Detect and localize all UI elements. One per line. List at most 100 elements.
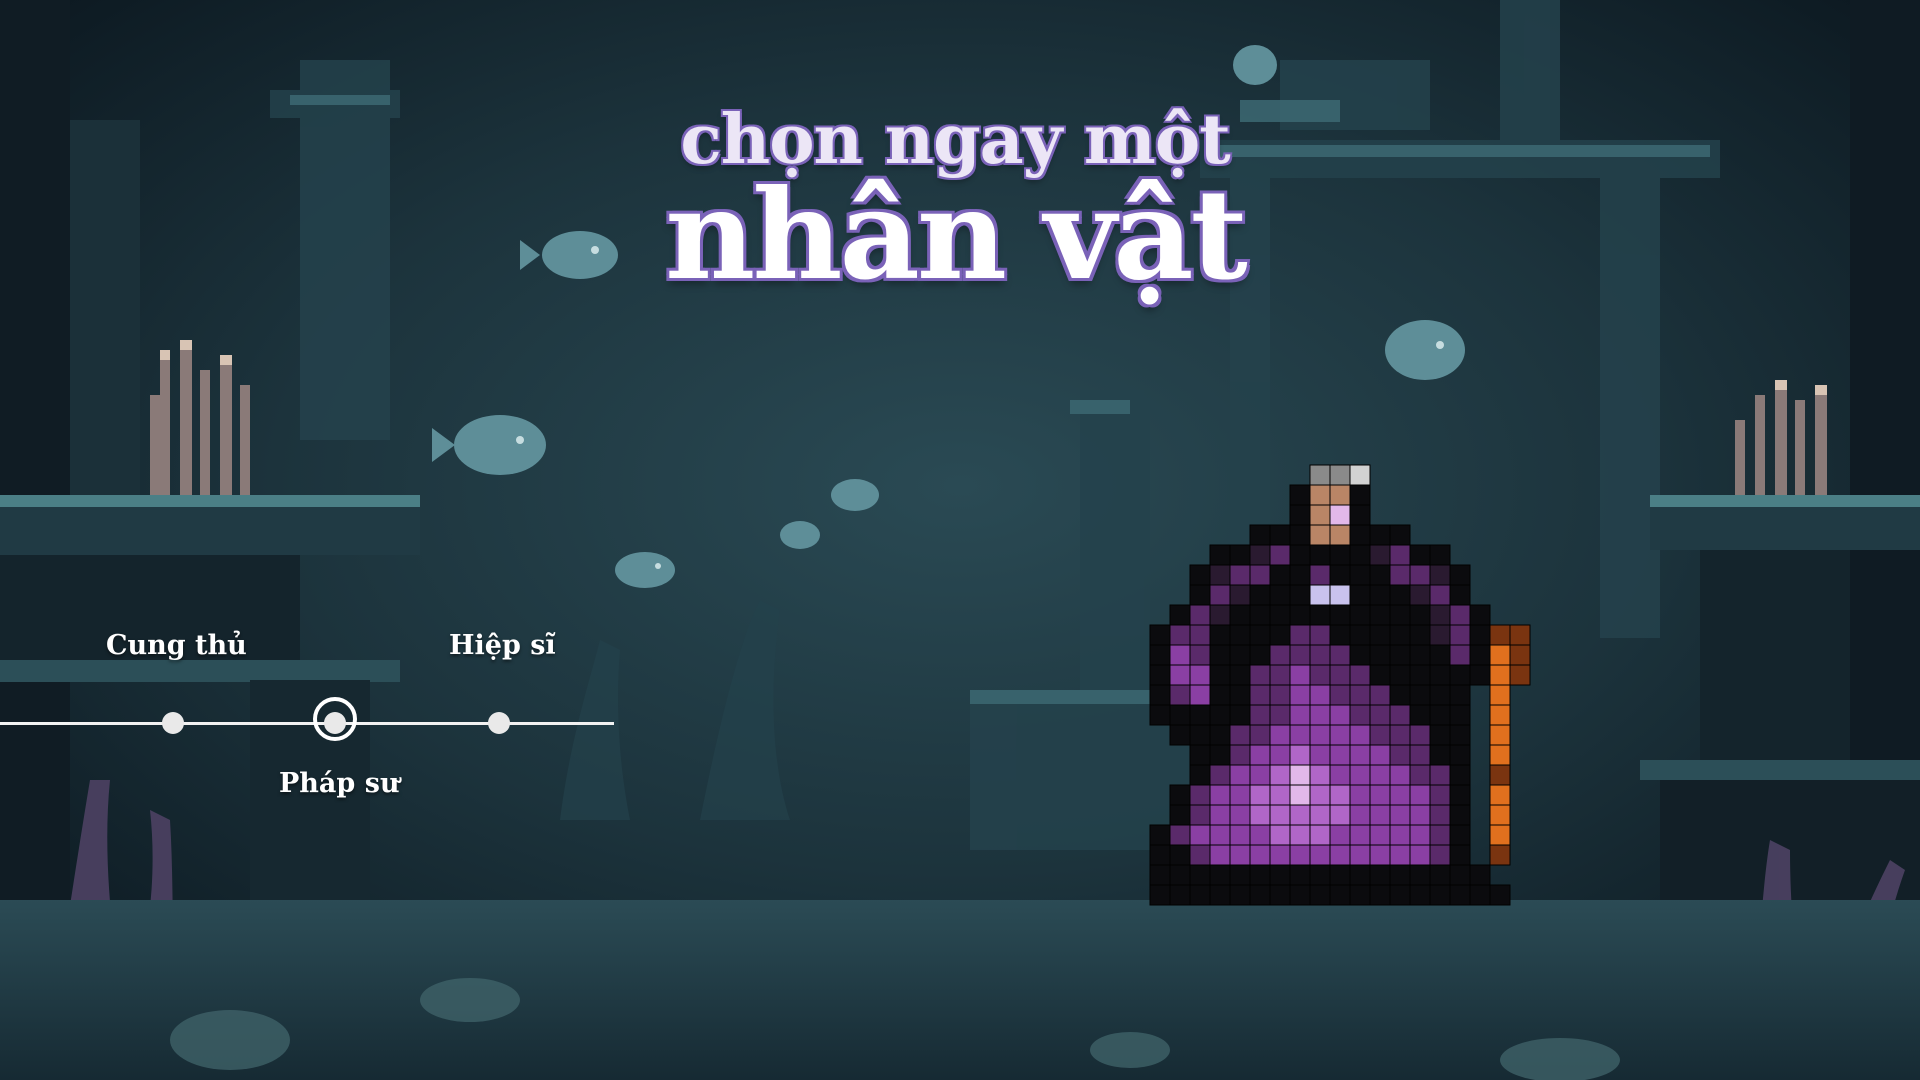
sprite-pixel xyxy=(1469,644,1491,666)
sprite-pixel xyxy=(1169,784,1191,806)
sprite-pixel xyxy=(1249,584,1271,606)
sprite-pixel xyxy=(1429,824,1451,846)
sprite-pixel xyxy=(1369,684,1391,706)
sprite-pixel xyxy=(1469,864,1491,886)
option-label-archer[interactable]: Cung thủ xyxy=(106,630,247,661)
sprite-pixel xyxy=(1189,644,1211,666)
sprite-pixel xyxy=(1249,744,1271,766)
sprite-pixel xyxy=(1349,724,1371,746)
sprite-pixel xyxy=(1249,784,1271,806)
sprite-pixel xyxy=(1389,524,1411,546)
sprite-pixel xyxy=(1329,524,1351,546)
sprite-pixel xyxy=(1409,624,1431,646)
sprite-pixel xyxy=(1269,544,1291,566)
sprite-pixel xyxy=(1349,584,1371,606)
sprite-pixel xyxy=(1309,844,1331,866)
sprite-pixel xyxy=(1309,644,1331,666)
sprite-pixel xyxy=(1189,724,1211,746)
sprite-pixel xyxy=(1289,644,1311,666)
sprite-pixel xyxy=(1189,664,1211,686)
sprite-pixel xyxy=(1249,544,1271,566)
sprite-pixel xyxy=(1409,564,1431,586)
sprite-pixel xyxy=(1269,884,1291,906)
sprite-pixel xyxy=(1229,824,1251,846)
sprite-pixel xyxy=(1229,844,1251,866)
sprite-pixel xyxy=(1329,824,1351,846)
sprite-pixel xyxy=(1309,624,1331,646)
sprite-pixel xyxy=(1409,764,1431,786)
sprite-pixel xyxy=(1289,624,1311,646)
sprite-pixel xyxy=(1309,784,1331,806)
sprite-pixel xyxy=(1169,804,1191,826)
option-dot-knight[interactable] xyxy=(488,712,510,734)
sprite-pixel xyxy=(1389,664,1411,686)
sprite-pixel xyxy=(1369,784,1391,806)
sprite-pixel xyxy=(1349,684,1371,706)
sprite-pixel xyxy=(1169,864,1191,886)
sprite-pixel xyxy=(1209,704,1231,726)
sprite-pixel xyxy=(1389,764,1411,786)
sprite-pixel xyxy=(1509,624,1531,646)
sprite-pixel xyxy=(1329,844,1351,866)
sprite-pixel xyxy=(1349,544,1371,566)
sprite-pixel xyxy=(1489,684,1511,706)
option-dot-mage[interactable] xyxy=(324,712,346,734)
sprite-pixel xyxy=(1309,704,1331,726)
sprite-pixel xyxy=(1149,884,1171,906)
sprite-pixel xyxy=(1269,744,1291,766)
sprite-pixel xyxy=(1449,824,1471,846)
sprite-pixel xyxy=(1189,884,1211,906)
character-selector[interactable]: Cung thủ Pháp sư Hiệp sĩ xyxy=(0,620,620,820)
sprite-pixel xyxy=(1409,724,1431,746)
option-label-knight[interactable]: Hiệp sĩ xyxy=(449,630,556,661)
sprite-pixel xyxy=(1209,644,1231,666)
sprite-pixel xyxy=(1209,684,1231,706)
sprite-pixel xyxy=(1169,644,1191,666)
sprite-pixel xyxy=(1409,664,1431,686)
option-dot-archer[interactable] xyxy=(162,712,184,734)
sprite-pixel xyxy=(1329,764,1351,786)
sprite-pixel xyxy=(1409,804,1431,826)
sprite-pixel xyxy=(1189,764,1211,786)
sprite-pixel xyxy=(1369,664,1391,686)
sprite-pixel xyxy=(1389,644,1411,666)
sprite-pixel xyxy=(1369,644,1391,666)
sprite-pixel xyxy=(1369,864,1391,886)
sprite-pixel xyxy=(1169,664,1191,686)
sprite-pixel xyxy=(1209,664,1231,686)
sprite-pixel xyxy=(1229,604,1251,626)
sprite-pixel xyxy=(1349,464,1371,486)
sprite-pixel xyxy=(1309,584,1331,606)
sprite-pixel xyxy=(1329,544,1351,566)
sprite-pixel xyxy=(1369,544,1391,566)
sprite-pixel xyxy=(1309,884,1331,906)
sprite-pixel xyxy=(1429,784,1451,806)
sprite-pixel xyxy=(1209,744,1231,766)
sprite-pixel xyxy=(1249,764,1271,786)
sprite-pixel xyxy=(1429,844,1451,866)
sprite-pixel xyxy=(1189,784,1211,806)
sprite-pixel xyxy=(1349,844,1371,866)
option-label-mage[interactable]: Pháp sư xyxy=(279,768,400,799)
sprite-pixel xyxy=(1449,724,1471,746)
sprite-pixel xyxy=(1209,764,1231,786)
selector-track xyxy=(0,722,614,725)
sprite-pixel xyxy=(1329,464,1351,486)
sprite-pixel xyxy=(1349,664,1371,686)
sprite-pixel xyxy=(1269,644,1291,666)
sprite-pixel xyxy=(1389,684,1411,706)
sprite-pixel xyxy=(1209,544,1231,566)
sprite-pixel xyxy=(1349,784,1371,806)
sprite-pixel xyxy=(1389,744,1411,766)
sprite-pixel xyxy=(1169,704,1191,726)
sprite-pixel xyxy=(1489,884,1511,906)
sprite-pixel xyxy=(1349,564,1371,586)
sprite-pixel xyxy=(1289,784,1311,806)
sprite-pixel xyxy=(1229,584,1251,606)
sprite-pixel xyxy=(1189,824,1211,846)
sprite-pixel xyxy=(1269,524,1291,546)
sprite-pixel xyxy=(1289,864,1311,886)
sprite-pixel xyxy=(1289,824,1311,846)
sprite-pixel xyxy=(1169,684,1191,706)
sprite-pixel xyxy=(1309,544,1331,566)
